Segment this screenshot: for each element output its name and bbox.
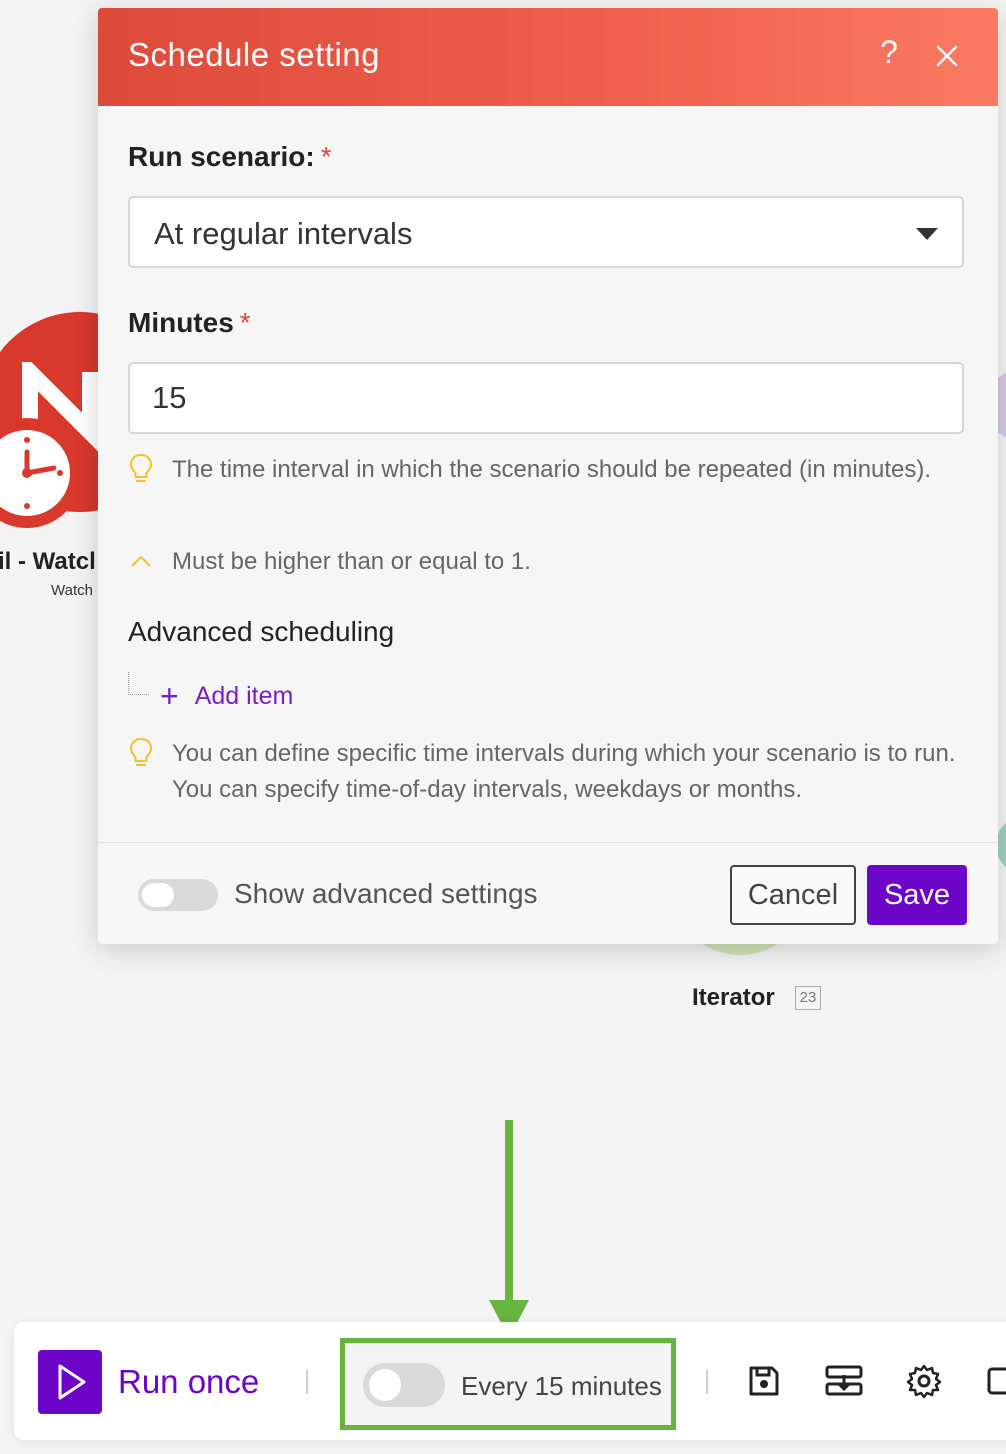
- run-scenario-select[interactable]: At regular intervals: [128, 196, 964, 268]
- required-mark: *: [239, 307, 251, 338]
- hint-minimum-text: Must be higher than or equal to 1.: [172, 548, 531, 575]
- schedule-setting-dialog: Schedule setting ? Run scenario: * At reg…: [98, 8, 998, 944]
- save-button[interactable]: Save: [867, 865, 967, 925]
- cancel-button[interactable]: Cancel: [730, 865, 856, 925]
- save-icon[interactable]: [745, 1362, 783, 1400]
- toggle-knob: [369, 1369, 401, 1401]
- iterator-count-badge: 23: [795, 986, 821, 1010]
- required-mark: *: [320, 141, 332, 172]
- minutes-label: Minutes *: [128, 307, 251, 339]
- hint-interval: The time interval in which the scenario …: [128, 452, 978, 532]
- help-button[interactable]: ?: [874, 34, 904, 74]
- run-scenario-label-text: Run scenario:: [128, 141, 315, 172]
- toggle-knob: [142, 883, 174, 907]
- hint-minimum: Must be higher than or equal to 1.: [128, 544, 978, 584]
- dialog-header: Schedule setting ?: [98, 8, 998, 106]
- dialog-title: Schedule setting: [128, 36, 381, 73]
- watch-module-sublabel: Watch: [51, 582, 93, 599]
- annotation-arrow: [505, 1120, 513, 1306]
- schedule-label[interactable]: Every 15 minutes: [461, 1371, 662, 1402]
- explain-flow-icon[interactable]: [824, 1362, 864, 1400]
- show-advanced-toggle[interactable]: [138, 879, 218, 911]
- add-item-button[interactable]: + Add item: [160, 678, 293, 714]
- hint-interval-text: The time interval in which the scenario …: [172, 456, 932, 483]
- toolbar-divider: [306, 1370, 308, 1394]
- notes-icon[interactable]: [986, 1362, 1006, 1400]
- watch-module-label: il - Watcl: [0, 548, 96, 575]
- lightbulb-icon: [129, 737, 153, 766]
- lightbulb-icon: [129, 453, 153, 482]
- chevron-up-icon: [131, 555, 151, 567]
- schedule-highlight: Every 15 minutes: [340, 1338, 676, 1430]
- close-button[interactable]: [932, 38, 962, 74]
- plus-icon: +: [160, 678, 179, 714]
- add-item-label: Add item: [194, 681, 294, 710]
- clock-icon: [0, 430, 70, 516]
- play-icon: [58, 1364, 86, 1400]
- dialog-footer: Show advanced settings Cancel Save: [98, 842, 998, 944]
- tree-connector: [128, 672, 149, 695]
- iterator-label: Iterator: [692, 984, 775, 1011]
- schedule-clock-badge[interactable]: [0, 418, 82, 528]
- run-once-label[interactable]: Run once: [118, 1363, 259, 1401]
- hint-advanced: You can define specific time intervals d…: [128, 736, 978, 816]
- caret-down-icon: [916, 228, 938, 240]
- advanced-scheduling-title: Advanced scheduling: [128, 616, 395, 647]
- show-advanced-label: Show advanced settings: [234, 878, 538, 909]
- minutes-label-text: Minutes: [128, 307, 234, 338]
- toolbar-divider: [706, 1370, 708, 1394]
- scenario-toolbar: Run once Every 15 minutes: [14, 1322, 1006, 1440]
- scheduling-toggle[interactable]: [363, 1363, 445, 1407]
- minutes-input[interactable]: [128, 362, 964, 434]
- run-once-button[interactable]: [38, 1350, 102, 1414]
- run-scenario-value: At regular intervals: [154, 216, 413, 251]
- settings-gear-icon[interactable]: [905, 1362, 943, 1400]
- close-icon: [936, 45, 958, 67]
- hint-advanced-text: You can define specific time intervals d…: [172, 740, 956, 803]
- run-scenario-label: Run scenario: *: [128, 141, 332, 173]
